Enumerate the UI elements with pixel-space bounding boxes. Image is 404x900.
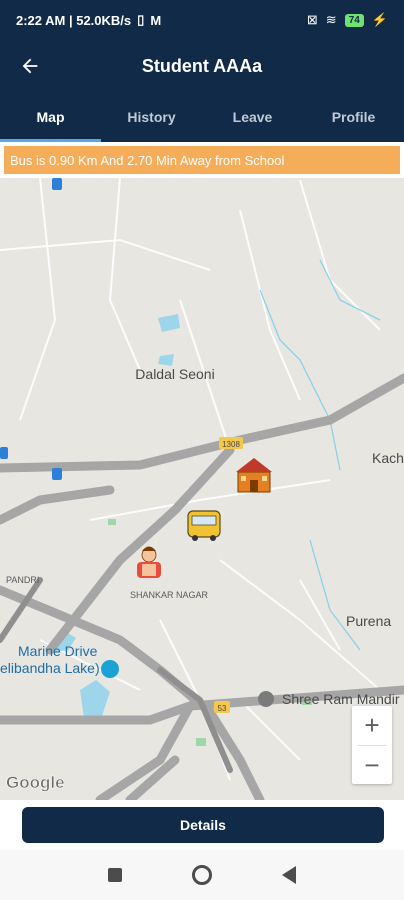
back-button[interactable]: [16, 52, 44, 80]
place-marine-drive: Marine Drive: [18, 643, 98, 659]
status-right: ⊠ ≋ 74 ⚡: [307, 12, 388, 28]
tab-profile[interactable]: Profile: [303, 92, 404, 142]
place-kach: Kach: [372, 450, 404, 466]
tab-history[interactable]: History: [101, 92, 202, 142]
road-badge-53-label: 53: [218, 704, 227, 713]
map-view[interactable]: 1308 53 Daldal Seoni Kach Purena SHANKAR…: [0, 178, 404, 800]
app-bar: Student AAAa: [0, 40, 404, 92]
bus-distance-banner: Bus is 0.90 Km And 2.70 Min Away from Sc…: [4, 146, 400, 174]
bus-marker-icon[interactable]: [187, 510, 221, 541]
place-purena: Purena: [346, 613, 391, 629]
recents-icon[interactable]: [108, 868, 122, 882]
sim-x-icon: ⊠: [306, 12, 318, 27]
google-attribution: Google: [6, 773, 65, 792]
android-nav-bar: [0, 850, 404, 900]
status-bar: 2:22 AM | 52.0KB/s ▯ M ⊠ ≋ 74 ⚡: [0, 0, 404, 40]
page-title: Student AAAa: [141, 55, 263, 76]
place-shankar-nagar: SHANKAR NAGAR: [130, 590, 209, 600]
lake-poi-icon[interactable]: [101, 660, 119, 678]
zoom-controls: + −: [352, 706, 392, 784]
status-left: 2:22 AM | 52.0KB/s ▯ M: [16, 12, 161, 28]
tab-leave[interactable]: Leave: [202, 92, 303, 142]
details-button[interactable]: Details: [22, 807, 384, 843]
tab-leave-label: Leave: [232, 109, 273, 125]
place-pandri: PANDRI: [6, 575, 39, 585]
tab-history-label: History: [127, 109, 176, 125]
zoom-out-button[interactable]: −: [352, 746, 392, 785]
temple-poi-icon[interactable]: [258, 691, 274, 707]
map-canvas[interactable]: 1308 53 Daldal Seoni Kach Purena SHANKAR…: [0, 178, 404, 800]
tab-bar: Map History Leave Profile: [0, 92, 404, 142]
back-nav-icon[interactable]: [282, 866, 296, 884]
notification-icon: M: [150, 12, 162, 28]
zoom-in-button[interactable]: +: [352, 706, 392, 745]
wifi-icon: ≋: [325, 12, 337, 27]
tab-map[interactable]: Map: [0, 92, 101, 142]
place-daldal-seoni: Daldal Seoni: [135, 366, 214, 382]
road-badge-53: 53: [214, 701, 230, 713]
battery-icon: 74: [344, 13, 364, 27]
back-arrow-icon: [22, 58, 38, 74]
status-time-speed: 2:22 AM | 52.0KB/s: [16, 12, 132, 28]
road-badge-1308-label: 1308: [222, 440, 240, 449]
place-lake: elibandha Lake): [0, 660, 100, 676]
tab-profile-label: Profile: [331, 109, 376, 125]
place-shree-ram-mandir: Shree Ram Mandir: [282, 691, 400, 707]
road-badge-1308: 1308: [219, 437, 243, 449]
charging-icon: ⚡: [371, 12, 388, 27]
tab-map-label: Map: [36, 109, 65, 125]
sim-icon: ▯: [137, 12, 145, 27]
home-icon[interactable]: [192, 865, 212, 885]
